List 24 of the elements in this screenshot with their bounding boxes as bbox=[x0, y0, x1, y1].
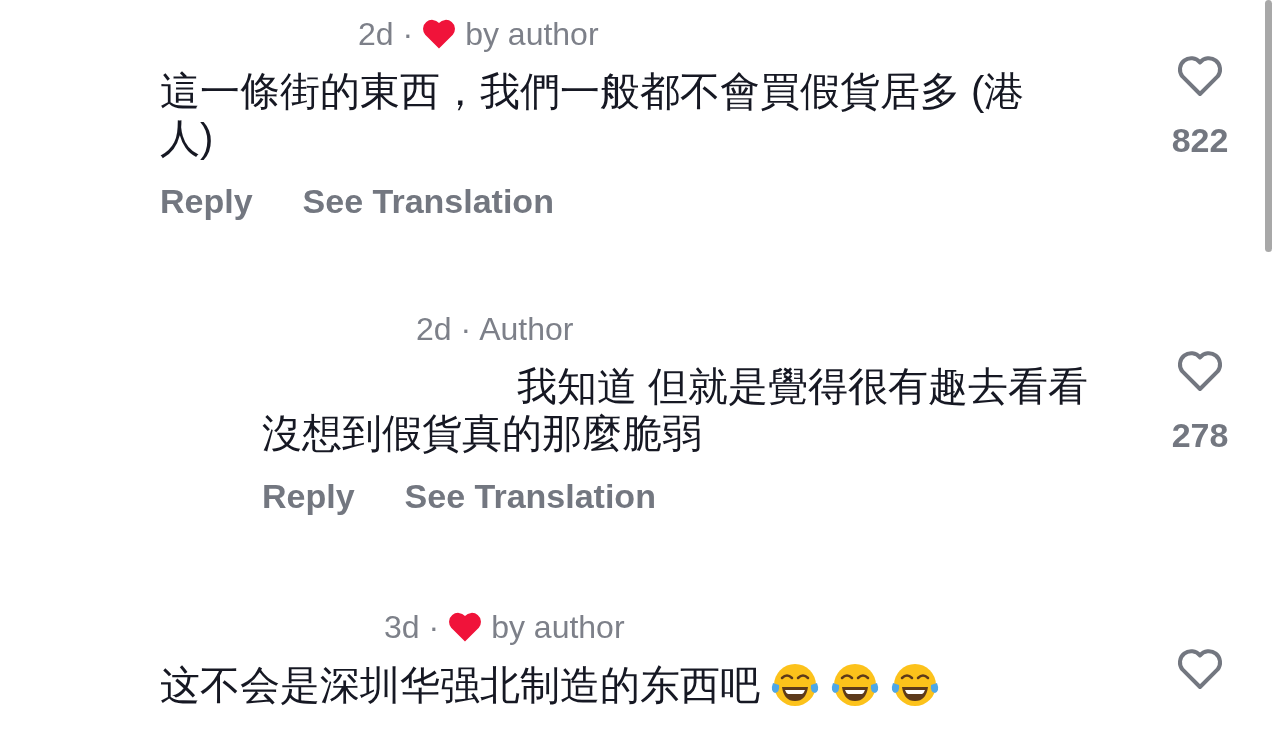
like-count: 278 bbox=[1171, 415, 1229, 455]
heart-icon bbox=[447, 611, 484, 643]
laughing-emoji-icon bbox=[890, 661, 940, 709]
translation-link[interactable]: See Translation bbox=[404, 476, 656, 516]
reply-button[interactable]: Reply bbox=[160, 181, 253, 221]
translation-link[interactable]: See Translation bbox=[302, 181, 554, 221]
author-label: Author bbox=[479, 310, 574, 349]
comment-time: 2d · bbox=[358, 15, 414, 54]
like-icon[interactable] bbox=[1175, 647, 1225, 691]
comment-time: 2d · bbox=[416, 310, 472, 349]
heart-icon bbox=[421, 18, 458, 50]
author-label: by author bbox=[491, 608, 625, 647]
laughing-emoji-icon bbox=[830, 661, 880, 709]
like-icon[interactable] bbox=[1175, 54, 1225, 98]
comment-text: 我知道 但就是覺得很有趣去看看沒想到假貨真的那麼脆弱 bbox=[262, 363, 1090, 457]
author-label: by author bbox=[465, 15, 599, 54]
comment-text: 这不会是深圳华强北制造的东西吧 bbox=[160, 661, 760, 709]
comment-text: 這一條街的東西，我們一般都不會買假貨居多 (港人) bbox=[160, 68, 1026, 162]
comment-time: 3d · bbox=[384, 608, 440, 647]
scrollbar[interactable] bbox=[1265, 0, 1272, 252]
like-count: 822 bbox=[1171, 120, 1229, 160]
like-icon[interactable] bbox=[1175, 349, 1225, 393]
laughing-emoji-icon bbox=[770, 661, 820, 709]
reply-button[interactable]: Reply bbox=[262, 476, 355, 516]
